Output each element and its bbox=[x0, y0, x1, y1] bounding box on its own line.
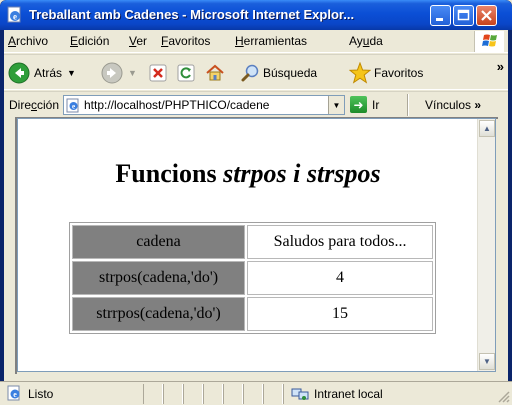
menu-edicion[interactable]: Edición bbox=[70, 34, 109, 48]
windows-logo bbox=[474, 31, 504, 52]
status-panel bbox=[243, 384, 263, 404]
scroll-down-icon[interactable]: ▼ bbox=[479, 353, 495, 370]
back-arrow-icon bbox=[8, 62, 30, 84]
table-row: strpos(cadena,'do') 4 bbox=[72, 261, 433, 295]
status-panel bbox=[183, 384, 203, 404]
ie-page-icon: e bbox=[7, 6, 21, 23]
go-arrow-icon: ➜ bbox=[350, 96, 367, 113]
page-title: Funcions strpos i strspos bbox=[18, 159, 478, 189]
minimize-button[interactable] bbox=[430, 5, 451, 26]
menu-text: da bbox=[369, 34, 383, 48]
refresh-button[interactable] bbox=[177, 61, 195, 85]
address-label-text: Dire bbox=[9, 98, 32, 112]
status-panel bbox=[163, 384, 183, 404]
stop-icon bbox=[149, 64, 167, 82]
menu-ayuda[interactable]: Ayuda bbox=[349, 34, 383, 48]
go-label: Ir bbox=[372, 97, 380, 112]
results-table: cadena Saludos para todos... strpos(cade… bbox=[69, 222, 436, 334]
row-value: 15 bbox=[247, 297, 433, 331]
close-icon bbox=[481, 10, 492, 21]
status-panel bbox=[263, 384, 283, 404]
search-label: Búsqueda bbox=[263, 66, 318, 80]
menu-favoritos[interactable]: Favoritos bbox=[161, 34, 210, 48]
zone-label: Intranet local bbox=[314, 387, 383, 401]
row-label: strrpos(cadena,'do') bbox=[72, 297, 245, 331]
home-icon bbox=[206, 64, 224, 81]
search-icon bbox=[241, 64, 259, 82]
address-bar: Dirección e http://localhost/PHPTHICO/ca… bbox=[4, 91, 508, 117]
menu-text: avoritos bbox=[168, 34, 211, 48]
minimize-icon bbox=[436, 18, 443, 21]
toolbar-separator bbox=[407, 94, 409, 116]
vertical-scrollbar[interactable]: ▲ ▼ bbox=[477, 119, 495, 371]
svg-text:e: e bbox=[13, 390, 17, 399]
row-value: 4 bbox=[247, 261, 433, 295]
page-icon: e bbox=[66, 98, 79, 113]
maximize-icon bbox=[457, 9, 470, 21]
menu-text: Ay bbox=[349, 34, 363, 48]
close-button[interactable] bbox=[476, 5, 497, 26]
windows-flag-icon bbox=[482, 34, 497, 47]
back-button[interactable]: Atrás ▼ bbox=[8, 61, 76, 85]
address-url: http://localhost/PHPTHICO/cadene bbox=[84, 98, 270, 112]
forward-arrow-icon bbox=[101, 62, 123, 84]
resize-grip-icon[interactable] bbox=[496, 389, 510, 403]
menu-ver[interactable]: Ver bbox=[129, 34, 147, 48]
window-title: Treballant amb Cadenes - Microsoft Inter… bbox=[29, 7, 355, 22]
title-bar[interactable]: e Treballant amb Cadenes - Microsoft Int… bbox=[0, 0, 512, 30]
toolbar-overflow-icon[interactable]: » bbox=[497, 59, 504, 74]
page-content: Funcions strpos i strspos cadena Saludos… bbox=[17, 118, 496, 372]
security-zone[interactable]: Intranet local bbox=[291, 384, 383, 404]
dropdown-arrow-icon[interactable]: ▼ bbox=[128, 68, 137, 78]
status-bar: e Listo Intranet local bbox=[0, 381, 512, 405]
table-row: cadena Saludos para todos... bbox=[72, 225, 433, 259]
menu-bar: Archivo Edición Ver Favoritos Herramient… bbox=[4, 30, 508, 53]
go-button[interactable]: ➜ Ir bbox=[350, 96, 379, 113]
dropdown-arrow-icon[interactable]: ▼ bbox=[67, 68, 76, 78]
address-dropdown-icon[interactable]: ▼ bbox=[328, 96, 344, 114]
menu-text: dición bbox=[78, 34, 110, 48]
favorites-label: Favoritos bbox=[374, 66, 424, 80]
status-panel bbox=[143, 384, 163, 404]
menu-accel: H bbox=[235, 34, 244, 48]
row-label: cadena bbox=[72, 225, 245, 259]
home-button[interactable] bbox=[205, 61, 225, 85]
star-icon bbox=[349, 62, 371, 84]
links-overflow-icon: » bbox=[474, 98, 482, 112]
links-button[interactable]: Vínculos » bbox=[425, 98, 481, 112]
page-status-icon: e bbox=[7, 385, 20, 401]
back-label: Atrás bbox=[34, 66, 63, 80]
menu-archivo[interactable]: Archivo bbox=[8, 34, 48, 48]
address-input[interactable]: e http://localhost/PHPTHICO/cadene ▼ bbox=[63, 95, 345, 115]
status-panel bbox=[203, 384, 223, 404]
address-label-text: ción bbox=[37, 98, 60, 112]
scroll-up-icon[interactable]: ▲ bbox=[479, 120, 495, 137]
menu-accel: E bbox=[70, 34, 79, 48]
forward-button[interactable]: ▼ bbox=[101, 61, 137, 85]
menu-text: erramientas bbox=[243, 34, 308, 48]
favorites-button[interactable]: Favoritos bbox=[349, 61, 423, 85]
menu-herramientas[interactable]: Herramientas bbox=[235, 34, 307, 48]
page-title-plain: Funcions bbox=[115, 159, 224, 188]
menu-text: rchivo bbox=[16, 34, 49, 48]
row-value: Saludos para todos... bbox=[247, 225, 433, 259]
svg-text:e: e bbox=[72, 103, 75, 111]
menu-accel: A bbox=[8, 34, 17, 48]
menu-text: er bbox=[136, 34, 148, 48]
maximize-button[interactable] bbox=[453, 5, 474, 26]
refresh-icon bbox=[177, 64, 195, 82]
table-row: strrpos(cadena,'do') 15 bbox=[72, 297, 433, 331]
search-button[interactable]: Búsqueda bbox=[240, 61, 317, 85]
status-panel bbox=[223, 384, 243, 404]
page-title-italic: strpos i strspos bbox=[223, 159, 381, 188]
svg-text:e: e bbox=[13, 12, 17, 22]
status-text: Listo bbox=[28, 387, 54, 401]
stop-button[interactable] bbox=[149, 61, 167, 85]
intranet-icon bbox=[291, 388, 309, 400]
address-label: Dirección bbox=[9, 98, 59, 112]
row-label: strpos(cadena,'do') bbox=[72, 261, 245, 295]
standard-toolbar: Atrás ▼ ▼ Búsqueda Favoritos » bbox=[4, 54, 508, 90]
links-label: Vínculos bbox=[425, 98, 472, 112]
